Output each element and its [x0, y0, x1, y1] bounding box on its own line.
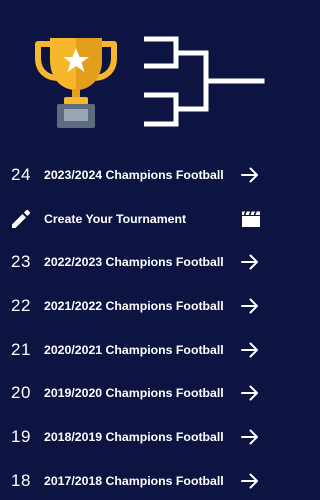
menu-item-season-21[interactable]: 21 2020/2021 Champions Football — [0, 328, 281, 372]
season-label: 2019/2020 Champions Football — [44, 386, 224, 401]
arrow-right-icon — [241, 473, 258, 489]
tournament-menu: 24 2023/2024 Champions Football Create Y… — [0, 153, 281, 500]
menu-item-season-22[interactable]: 22 2021/2022 Champions Football — [0, 284, 281, 328]
menu-item-season-18[interactable]: 18 2017/2018 Champions Football — [0, 459, 281, 500]
create-tournament-label: Create Your Tournament — [44, 211, 187, 226]
season-label: 2021/2022 Champions Football — [44, 298, 224, 313]
arrow-right-icon — [241, 298, 258, 314]
header-banner — [0, 0, 281, 150]
arrow-right-icon — [241, 254, 258, 270]
season-label: 2017/2018 Champions Football — [44, 473, 224, 488]
arrow-right-icon — [241, 429, 258, 445]
arrow-right-icon — [241, 385, 258, 401]
clapperboard-icon — [242, 210, 260, 227]
menu-item-create-tournament[interactable]: Create Your Tournament — [0, 197, 281, 241]
menu-item-season-20[interactable]: 20 2019/2020 Champions Football — [0, 371, 281, 415]
trophy-icon — [35, 38, 117, 128]
season-label: 2022/2023 Champions Football — [44, 255, 224, 270]
season-number: 24 — [11, 164, 31, 184]
arrow-right-icon — [241, 342, 258, 358]
menu-item-season-24[interactable]: 24 2023/2024 Champions Football — [0, 153, 281, 197]
season-number: 23 — [11, 252, 31, 272]
arrow-right-icon — [241, 167, 258, 183]
season-number: 20 — [11, 383, 31, 403]
menu-item-season-23[interactable]: 23 2022/2023 Champions Football — [0, 240, 281, 284]
season-label: 2018/2019 Champions Football — [44, 429, 224, 444]
season-number: 22 — [11, 295, 31, 315]
season-number: 19 — [11, 426, 31, 446]
tournament-bracket-icon — [144, 36, 265, 127]
season-number: 21 — [11, 339, 31, 359]
menu-item-season-19[interactable]: 19 2018/2019 Champions Football — [0, 415, 281, 459]
season-number: 18 — [11, 470, 31, 490]
pencil-icon — [12, 209, 31, 228]
season-label: 2023/2024 Champions Football — [44, 167, 224, 182]
season-label: 2020/2021 Champions Football — [44, 342, 224, 357]
